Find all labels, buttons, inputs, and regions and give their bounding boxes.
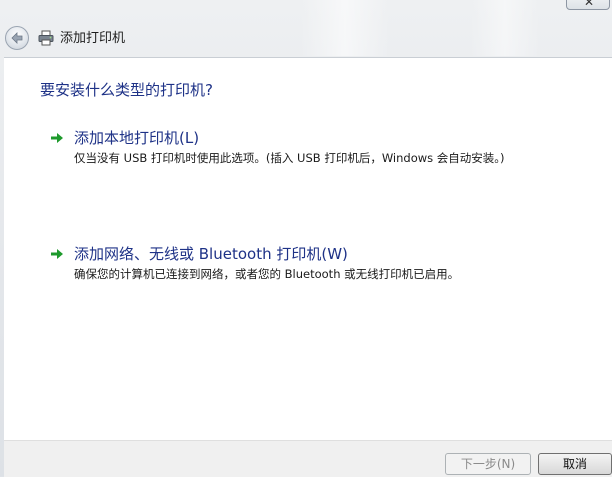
option-title: 添加网络、无线或 Bluetooth 打印机(W) xyxy=(74,245,348,263)
dialog-window: ✕ 添加打印机 要安装什么类型的打印机? 添加本地打印机(L) 仅当没有 USB… xyxy=(0,0,612,477)
green-arrow-icon xyxy=(51,133,63,143)
title-bar: 添加打印机 xyxy=(0,22,612,56)
close-icon: ✕ xyxy=(584,0,595,9)
cancel-button[interactable]: 取消 xyxy=(538,453,612,475)
green-arrow-icon xyxy=(51,249,63,259)
page-heading: 要安装什么类型的打印机? xyxy=(40,81,213,99)
close-button[interactable]: ✕ xyxy=(566,0,610,10)
button-bar: 下一步(N) 取消 xyxy=(4,440,612,477)
add-local-printer-option[interactable]: 添加本地打印机(L) 仅当没有 USB 打印机时使用此选项。(插入 USB 打印… xyxy=(50,128,590,168)
option-description: 确保您的计算机已连接到网络，或者您的 Bluetooth 或无线打印机已启用。 xyxy=(74,267,460,281)
option-title: 添加本地打印机(L) xyxy=(74,129,200,147)
back-button[interactable] xyxy=(5,26,29,50)
main-content: 要安装什么类型的打印机? 添加本地打印机(L) 仅当没有 USB 打印机时使用此… xyxy=(4,57,612,441)
back-arrow-icon xyxy=(11,32,23,44)
next-button[interactable]: 下一步(N) xyxy=(445,453,531,475)
add-network-printer-option[interactable]: 添加网络、无线或 Bluetooth 打印机(W) 确保您的计算机已连接到网络，… xyxy=(50,244,590,284)
printer-icon xyxy=(38,30,54,46)
option-description: 仅当没有 USB 打印机时使用此选项。(插入 USB 打印机后，Windows … xyxy=(74,151,505,165)
window-title: 添加打印机 xyxy=(60,31,126,46)
